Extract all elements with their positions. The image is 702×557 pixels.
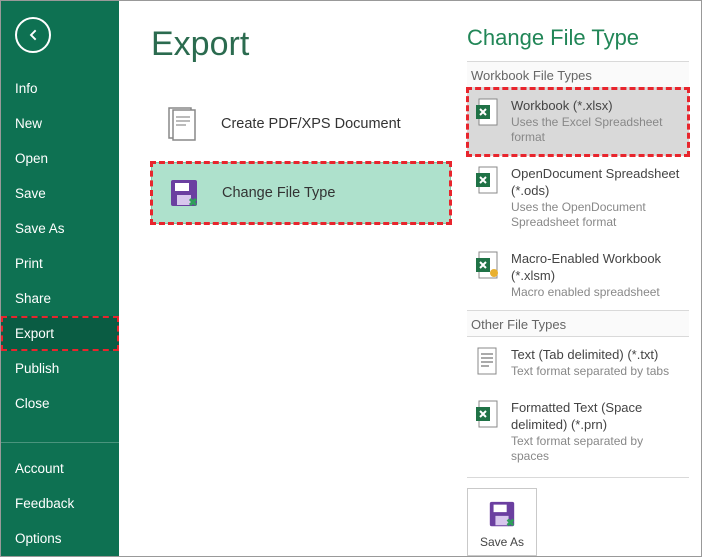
option-label: Create PDF/XPS Document xyxy=(221,116,401,132)
group-other-types: Other File Types xyxy=(467,310,689,337)
file-desc: Macro enabled spreadsheet xyxy=(511,285,681,301)
excel-file-icon xyxy=(475,166,499,194)
nav-export[interactable]: Export xyxy=(1,316,119,351)
change-file-type-panel: Change File Type Workbook File Types Wor… xyxy=(451,25,689,548)
file-desc: Text format separated by tabs xyxy=(511,364,669,380)
nav-share[interactable]: Share xyxy=(1,281,119,316)
file-name: OpenDocument Spreadsheet (*.ods) xyxy=(511,166,681,200)
export-options: Export Create PDF/XPS Document Change Fi… xyxy=(151,25,451,548)
file-name: Formatted Text (Space delimited) (*.prn) xyxy=(511,400,681,434)
file-name: Macro-Enabled Workbook (*.xlsm) xyxy=(511,251,681,285)
excel-file-icon xyxy=(475,400,499,428)
nav-save-as[interactable]: Save As xyxy=(1,211,119,246)
option-create-pdf[interactable]: Create PDF/XPS Document xyxy=(151,92,451,156)
backstage-view: Info New Open Save Save As Print Share E… xyxy=(1,1,701,556)
back-button[interactable] xyxy=(15,17,51,53)
file-name: Text (Tab delimited) (*.txt) xyxy=(511,347,669,364)
filetype-ods[interactable]: OpenDocument Spreadsheet (*.ods) Uses th… xyxy=(467,156,689,241)
nav-new[interactable]: New xyxy=(1,106,119,141)
option-label: Change File Type xyxy=(222,185,335,201)
panel-title: Change File Type xyxy=(467,25,689,51)
nav-account[interactable]: Account xyxy=(1,451,119,486)
filetype-xlsx[interactable]: Workbook (*.xlsx) Uses the Excel Spreads… xyxy=(467,88,689,156)
nav-options[interactable]: Options xyxy=(1,521,119,556)
file-name: Workbook (*.xlsx) xyxy=(511,98,681,115)
nav-info[interactable]: Info xyxy=(1,71,119,106)
filetype-prn[interactable]: Formatted Text (Space delimited) (*.prn)… xyxy=(467,390,689,475)
save-change-icon xyxy=(164,177,204,209)
file-desc: Uses the OpenDocument Spreadsheet format xyxy=(511,200,681,231)
file-desc: Uses the Excel Spreadsheet format xyxy=(511,115,681,146)
save-as-label: Save As xyxy=(480,535,524,549)
file-desc: Text format separated by spaces xyxy=(511,434,681,465)
save-icon xyxy=(487,499,517,529)
nav-close[interactable]: Close xyxy=(1,386,119,421)
filetype-xlsm[interactable]: Macro-Enabled Workbook (*.xlsm) Macro en… xyxy=(467,241,689,310)
save-as-button[interactable]: Save As xyxy=(467,488,537,556)
excel-macro-file-icon xyxy=(475,251,499,279)
arrow-left-icon xyxy=(25,27,41,43)
filetype-txt[interactable]: Text (Tab delimited) (*.txt) Text format… xyxy=(467,337,689,389)
nav-publish[interactable]: Publish xyxy=(1,351,119,386)
option-change-file-type[interactable]: Change File Type xyxy=(151,162,451,224)
excel-file-icon xyxy=(475,98,499,126)
page-title: Export xyxy=(151,25,451,64)
nav-feedback[interactable]: Feedback xyxy=(1,486,119,521)
group-workbook-types: Workbook File Types xyxy=(467,61,689,88)
main: Export Create PDF/XPS Document Change Fi… xyxy=(119,1,701,556)
sidebar-divider xyxy=(1,442,119,443)
nav-save[interactable]: Save xyxy=(1,176,119,211)
nav-open[interactable]: Open xyxy=(1,141,119,176)
pdf-icon xyxy=(163,106,203,142)
nav-print[interactable]: Print xyxy=(1,246,119,281)
sidebar: Info New Open Save Save As Print Share E… xyxy=(1,1,119,556)
text-file-icon xyxy=(475,347,499,375)
